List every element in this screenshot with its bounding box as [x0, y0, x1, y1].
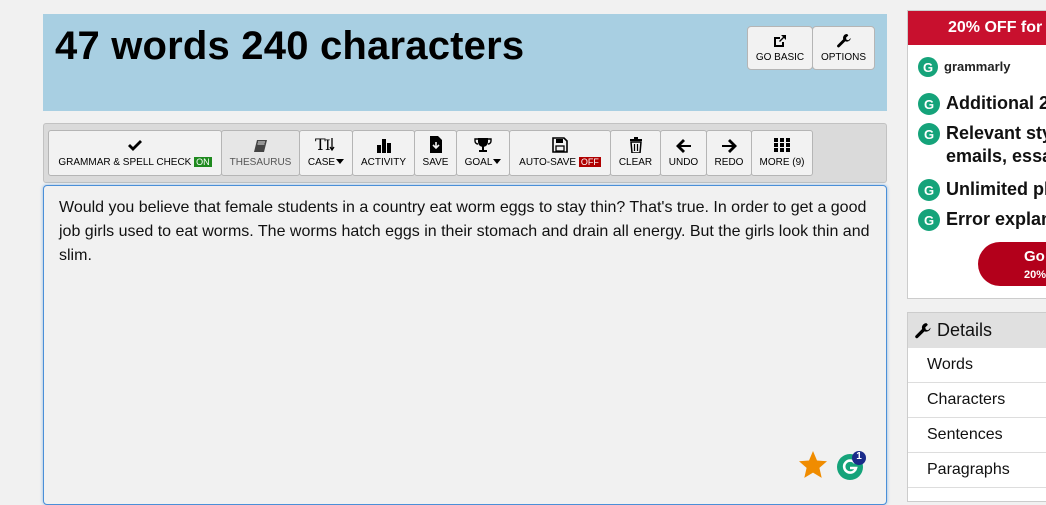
- ad-logo: G grammarly: [918, 56, 1010, 77]
- details-row-characters[interactable]: Characters: [908, 383, 1046, 418]
- grammarly-check-icon: G: [918, 93, 940, 115]
- grammarly-logo-icon: G: [918, 57, 938, 77]
- ad-cta-button[interactable]: Go 20%: [978, 242, 1046, 286]
- goal-button[interactable]: GOAL: [456, 130, 510, 176]
- ad-feature: G Error explan: [918, 208, 1046, 231]
- auto-save-off-badge: OFF: [578, 157, 601, 167]
- header-bar: 47 words 240 characters GO BASIC OPTIONS: [43, 14, 887, 111]
- caret-down-icon: [336, 159, 345, 164]
- grammar-label: GRAMMAR & SPELL CHECK: [58, 157, 192, 168]
- trash-icon: [629, 137, 642, 153]
- svg-text:I: I: [325, 138, 331, 153]
- save-button[interactable]: SAVE: [414, 130, 457, 176]
- external-link-icon: [774, 35, 786, 47]
- go-basic-button[interactable]: GO BASIC: [747, 26, 813, 70]
- trophy-icon: [474, 138, 492, 152]
- wrench-icon: [915, 322, 931, 338]
- auto-save-label: AUTO-SAVE: [519, 157, 577, 168]
- text-case-icon: TI: [315, 135, 335, 153]
- grammar-spell-check-button[interactable]: GRAMMAR & SPELL CHECK ON: [48, 130, 222, 176]
- ad-logo-text: grammarly: [944, 59, 1011, 74]
- ad-feature: G Relevant sty emails, essa: [918, 122, 1046, 168]
- grammarly-ad[interactable]: 20% OFF for G grammarly G Additional 2 GR…: [907, 10, 1046, 299]
- auto-save-button[interactable]: AUTO-SAVE OFF: [509, 130, 611, 176]
- arrow-left-icon: [675, 139, 691, 153]
- details-row-words[interactable]: Words: [908, 348, 1046, 383]
- ad-feature-text: emails, essa: [946, 146, 1046, 166]
- activity-button[interactable]: ACTIVITY: [352, 130, 415, 176]
- clear-button[interactable]: CLEAR: [610, 130, 661, 176]
- caret-down-icon: [493, 159, 502, 164]
- more-button[interactable]: MORE (9): [751, 130, 813, 176]
- details-title: Details: [937, 320, 993, 340]
- grammarly-check-icon: G: [918, 123, 940, 145]
- check-icon: [128, 140, 142, 151]
- details-row-sentences[interactable]: Sentences: [908, 418, 1046, 453]
- star-icon[interactable]: [798, 450, 828, 479]
- ad-feature-text: Additional 2: [946, 93, 1046, 113]
- ad-feature-text: Unlimited pl: [946, 179, 1046, 199]
- details-header[interactable]: Details: [908, 313, 1046, 348]
- activity-label: ACTIVITY: [360, 157, 406, 168]
- ad-feature-text: Error explan: [946, 209, 1046, 229]
- grid-icon: [774, 138, 790, 152]
- grammarly-check-icon: G: [918, 179, 940, 201]
- options-button[interactable]: OPTIONS: [812, 26, 875, 70]
- ad-cta-sub: 20%: [1024, 269, 1046, 281]
- bar-chart-icon: [376, 139, 391, 153]
- details-panel: Details Words Characters Sentences Parag…: [907, 312, 1046, 502]
- book-icon: [253, 140, 267, 152]
- word-character-count: 47 words 240 characters: [55, 24, 525, 68]
- thesaurus-label: THESAURUS: [229, 157, 292, 168]
- text-editor[interactable]: Would you believe that female students i…: [43, 185, 887, 505]
- undo-button[interactable]: UNDO: [660, 130, 707, 176]
- undo-label: UNDO: [668, 157, 699, 168]
- ad-feature: G Unlimited pl: [918, 178, 1046, 201]
- editor-text[interactable]: Would you believe that female students i…: [59, 196, 874, 268]
- ad-banner: 20% OFF for: [908, 11, 1046, 45]
- details-row-paragraphs[interactable]: Paragraphs: [908, 453, 1046, 488]
- grammarly-count: 1: [856, 451, 862, 462]
- options-label: OPTIONS: [820, 52, 866, 63]
- grammar-on-badge: ON: [194, 157, 212, 167]
- ad-cta-label: Go: [1024, 248, 1045, 265]
- clear-label: CLEAR: [618, 157, 653, 168]
- arrow-right-icon: [722, 139, 737, 153]
- wrench-icon: [836, 34, 851, 48]
- ad-feature: G Additional 2: [918, 92, 1046, 115]
- grammarly-check-icon: G: [918, 209, 940, 231]
- grammarly-badge[interactable]: 1: [836, 451, 866, 481]
- more-label: MORE (9): [759, 157, 805, 168]
- case-label: CASE: [307, 157, 336, 168]
- file-download-icon: [429, 136, 442, 153]
- redo-button[interactable]: REDO: [706, 130, 752, 176]
- thesaurus-button[interactable]: THESAURUS: [221, 130, 300, 176]
- goal-label: GOAL: [464, 157, 493, 168]
- go-basic-label: GO BASIC: [755, 52, 805, 63]
- case-button[interactable]: TI CASE: [299, 130, 353, 176]
- save-label: SAVE: [422, 157, 449, 168]
- floppy-disk-icon: [552, 137, 568, 153]
- ad-feature-text: Relevant sty: [946, 123, 1046, 143]
- redo-label: REDO: [714, 157, 744, 168]
